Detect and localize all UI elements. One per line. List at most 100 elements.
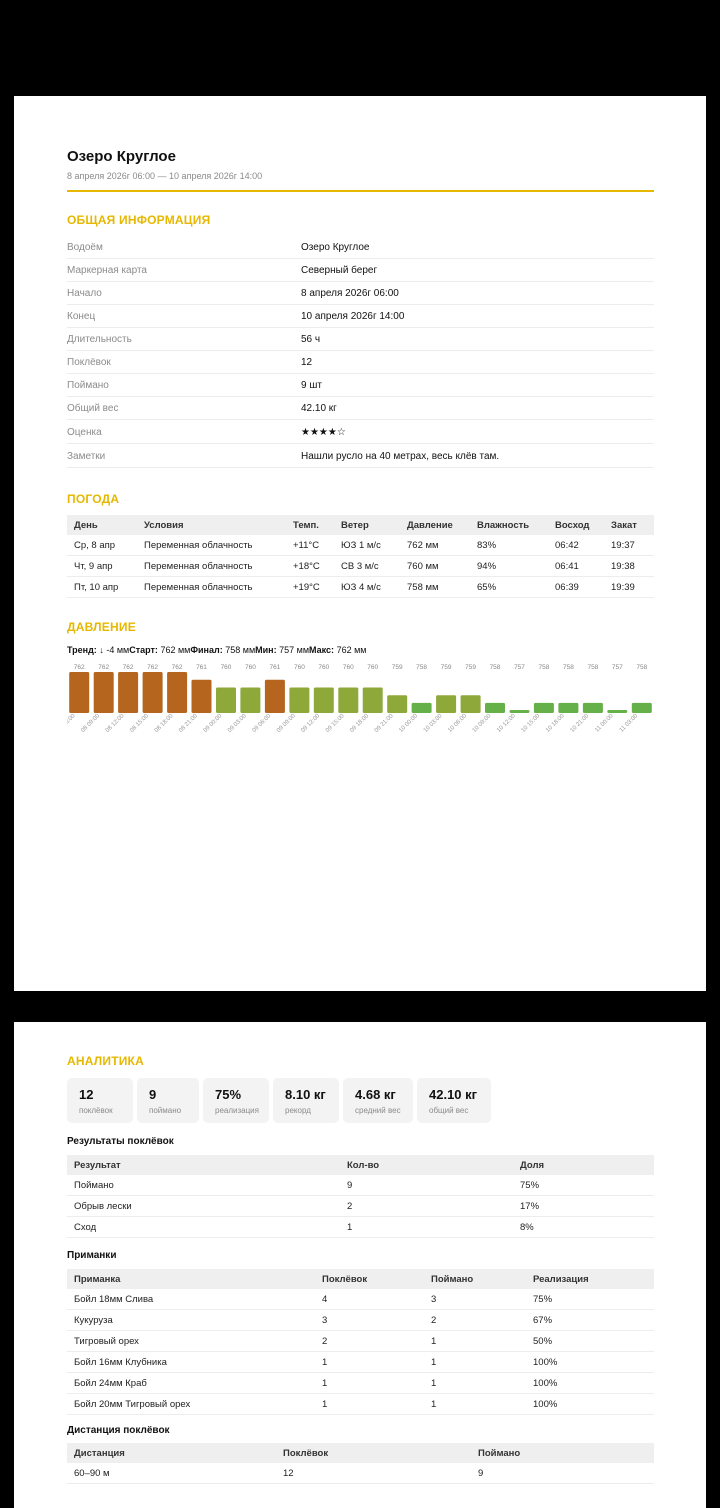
info-value: ★★★★☆ (301, 427, 346, 438)
baits-heading: Приманки (67, 1250, 117, 1261)
x-tick-label: 10 18:00 (545, 713, 566, 732)
stat-value: 42.10 кг (429, 1087, 478, 1102)
column-header: Поклёвок (315, 1269, 424, 1289)
table-cell: 06:42 (548, 535, 604, 556)
table-cell: 83% (470, 535, 548, 556)
column-header: Реализация (526, 1269, 654, 1289)
bar-value-label: 757 (612, 664, 623, 671)
table-cell: 06:39 (548, 576, 604, 598)
stat-value: 75% (215, 1087, 242, 1102)
bait-row: Бойл 20мм Тигровый орех 1 1 100% (67, 1393, 654, 1415)
min-value: 757 мм (279, 645, 310, 655)
table-cell: 760 мм (400, 555, 470, 577)
bar-value-label: 762 (123, 664, 134, 671)
column-header: Поклёвок (276, 1443, 471, 1463)
table-cell: +19°C (286, 576, 334, 598)
info-value: 8 апреля 2026г 06:00 (301, 288, 399, 299)
pressure-bar (387, 695, 408, 713)
weather-table: День Условия Темп. Ветер Давление Влажность Во… (67, 515, 654, 598)
column-header: Дистанция (67, 1443, 276, 1463)
table-cell: Бойл 18мм Слива (67, 1289, 315, 1310)
stat-card: 9 поймано (137, 1078, 199, 1123)
table-cell: 758 мм (400, 576, 470, 598)
x-tick-label: 09 18:00 (349, 713, 370, 732)
bar-value-label: 761 (196, 664, 207, 671)
weather-row: Чт, 9 апр Переменная облачность +18°C СВ 3 … (67, 555, 654, 577)
table-cell: 100% (526, 1393, 654, 1415)
table-cell: 06:41 (548, 555, 604, 577)
table-cell: 1 (424, 1372, 526, 1394)
x-tick-label: 09 03:00 (227, 713, 248, 732)
info-value: 56 ч (301, 334, 321, 345)
table-cell: +18°C (286, 555, 334, 577)
bar-value-label: 760 (343, 664, 354, 671)
column-header: Поймано (471, 1443, 654, 1463)
table-cell: 9 (340, 1175, 513, 1196)
pressure-bar (142, 672, 163, 713)
info-row: Оценка ★★★★☆ (67, 421, 654, 444)
pressure-bar (167, 672, 188, 713)
stat-card: 8.10 кг рекорд (273, 1078, 339, 1123)
stat-card: 42.10 кг общий вес (417, 1078, 491, 1123)
info-label: Длительность (67, 334, 132, 345)
weather-table-header: День Условия Темп. Ветер Давление Влажность Во… (67, 515, 654, 535)
pressure-bar (69, 672, 90, 713)
info-label: Поклёвок (67, 357, 111, 368)
pressure-bar (313, 687, 334, 713)
results-heading: Результаты поклёвок (67, 1136, 174, 1147)
column-header: Ветер (334, 515, 400, 535)
info-row: Начало 8 апреля 2026г 06:00 (67, 282, 654, 305)
table-cell: 1 (424, 1351, 526, 1373)
table-cell: 2 (315, 1330, 424, 1352)
bar-value-label: 759 (441, 664, 452, 671)
info-label: Общий вес (67, 403, 119, 414)
column-header: День (67, 515, 137, 535)
general-info-heading: ОБЩАЯ ИНФОРМАЦИЯ (67, 213, 211, 227)
table-cell: СВ 3 м/с (334, 555, 400, 577)
pressure-bar (362, 687, 383, 713)
table-cell: 60–90 м (67, 1463, 276, 1484)
results-table: Результат Кол-во Доля Поймано 9 75% Обрыв лес… (67, 1155, 654, 1238)
table-cell: 1 (315, 1393, 424, 1415)
weather-heading: ПОГОДА (67, 492, 120, 506)
bar-value-label: 758 (490, 664, 501, 671)
pressure-bar (485, 702, 505, 713)
info-row: Конец 10 апреля 2026г 14:00 (67, 305, 654, 328)
result-row: Обрыв лески 2 17% (67, 1195, 654, 1217)
result-row: Поймано 9 75% (67, 1175, 654, 1196)
min-label: Мин: (255, 645, 277, 655)
column-header: Доля (513, 1155, 654, 1175)
stat-label: реализация (215, 1106, 259, 1115)
stat-value: 4.68 кг (355, 1087, 396, 1102)
start-label: Старт: (129, 645, 158, 655)
bar-value-label: 762 (98, 664, 109, 671)
pressure-heading: ДАВЛЕНИЕ (67, 620, 136, 634)
weather-row: Пт, 10 апр Переменная облачность +19°C ЮЗ 4… (67, 576, 654, 598)
pressure-bar-chart: 762 08 06:00 762 08 09:00 762 08 12:00 762 08 1… (67, 664, 652, 732)
table-cell: Чт, 9 апр (67, 555, 137, 577)
final-label: Финал: (190, 645, 223, 655)
column-header: Условия (137, 515, 286, 535)
pressure-bar (191, 679, 212, 713)
result-row: Сход 1 8% (67, 1216, 654, 1238)
table-cell: Тигровый орех (67, 1330, 315, 1352)
pressure-bar (289, 687, 310, 713)
info-row: Заметки Нашли русло на 40 метрах, весь кл… (67, 445, 654, 468)
table-cell: 75% (513, 1175, 654, 1196)
pressure-bar (411, 702, 432, 713)
pressure-bar (338, 687, 359, 713)
table-cell: ЮЗ 4 м/с (334, 576, 400, 598)
table-cell: 3 (315, 1309, 424, 1331)
info-value: 42.10 кг (301, 403, 337, 414)
x-tick-label: 09 21:00 (374, 713, 395, 732)
report-page-2: АНАЛИТИКА 12 поклёвок 9 поймано 75% реализаци… (14, 1022, 706, 1508)
info-value: Озеро Круглое (301, 242, 370, 253)
info-label: Конец (67, 311, 96, 322)
results-table-header: Результат Кол-во Доля (67, 1155, 654, 1175)
final-value: 758 мм (225, 645, 256, 655)
table-cell: Переменная облачность (137, 535, 286, 556)
info-row: Общий вес 42.10 кг (67, 397, 654, 420)
table-cell: 3 (424, 1289, 526, 1310)
table-cell: 19:38 (604, 555, 654, 577)
baits-table: Приманка Поклёвок Поймано Реализация Бойл 1… (67, 1269, 654, 1415)
